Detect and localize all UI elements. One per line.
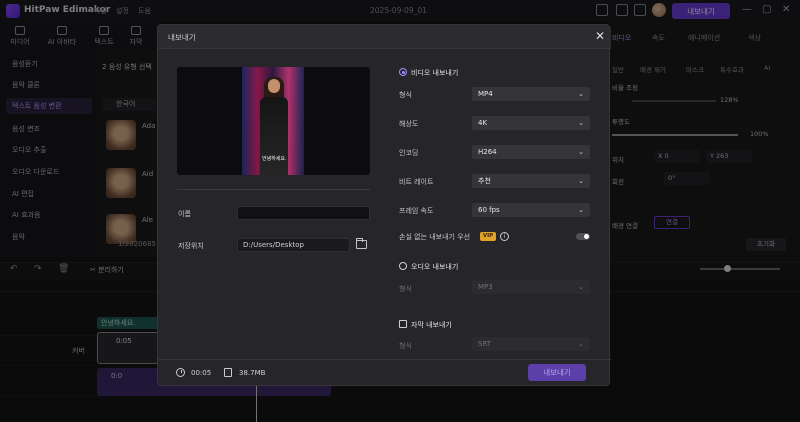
lossless-label: 손실 없는 내보내기 우선 [399, 233, 471, 241]
resolution-label: 해상도 [399, 120, 419, 128]
subtitle-export-label: 자막 내보내기 [411, 321, 452, 329]
duration-value: 00:05 [191, 369, 212, 377]
folder-icon[interactable] [356, 238, 367, 249]
framerate-label: 프레임 속도 [399, 207, 434, 215]
dialog-header [158, 25, 611, 49]
name-input[interactable] [237, 206, 370, 220]
chevron-down-icon: ⌄ [578, 148, 584, 156]
audio-format-value: MP3 [478, 283, 493, 291]
divider [177, 189, 370, 190]
encoding-select[interactable]: H264 ⌄ [472, 145, 590, 159]
file-size-value: 38.7MB [239, 369, 266, 377]
subtitle-export-checkbox[interactable] [399, 320, 407, 328]
encoding-label: 인코딩 [399, 149, 419, 157]
figure-body [260, 97, 288, 175]
subtitle-format-value: SRT [478, 340, 492, 348]
chevron-down-icon: ⌄ [578, 119, 584, 127]
clock-icon [176, 368, 185, 377]
chevron-down-icon: ⌄ [578, 177, 584, 185]
export-dialog: 내보내기 ✕ 안녕하세요. 이름 저장위치 D:/Users/Desktop 비… [157, 24, 611, 386]
format-label: 형식 [399, 91, 412, 99]
name-label: 이름 [178, 210, 191, 218]
subtitle-format-label: 형식 [399, 342, 412, 350]
info-icon[interactable]: i [500, 232, 509, 241]
format-select[interactable]: MP4 ⌄ [472, 87, 590, 101]
vip-badge: VIP [480, 232, 496, 241]
path-input[interactable]: D:/Users/Desktop [237, 238, 350, 252]
bitrate-label: 비트 레이트 [399, 178, 434, 186]
lossless-toggle[interactable] [576, 233, 590, 240]
resolution-value: 4K [478, 119, 488, 127]
app-window: HitPaw Edimakor 파일 설정 도움 2025-09-09_01 내… [0, 0, 800, 422]
bitrate-select[interactable]: 추천 ⌄ [472, 174, 590, 188]
dialog-title: 내보내기 [168, 33, 196, 42]
chevron-down-icon: ⌄ [578, 283, 584, 291]
file-size-icon [224, 368, 232, 377]
chevron-down-icon: ⌄ [578, 206, 584, 214]
bitrate-value: 추천 [478, 177, 491, 185]
audio-export-label: 오디오 내보내기 [411, 263, 459, 271]
preview-image: 안녕하세요. [242, 67, 304, 175]
encoding-value: H264 [478, 148, 497, 156]
video-preview: 안녕하세요. [177, 67, 370, 175]
video-export-label: 비디오 내보내기 [411, 69, 459, 77]
chevron-down-icon: ⌄ [578, 340, 584, 348]
format-value: MP4 [478, 90, 493, 98]
framerate-value: 60 fps [478, 206, 500, 214]
path-label: 저장위치 [178, 242, 204, 250]
audio-export-radio[interactable] [399, 262, 407, 270]
resolution-select[interactable]: 4K ⌄ [472, 116, 590, 130]
chevron-down-icon: ⌄ [578, 90, 584, 98]
video-export-radio[interactable] [399, 68, 407, 76]
subtitle-format-select[interactable]: SRT ⌄ [472, 337, 590, 351]
figure-head [268, 79, 280, 93]
audio-format-select[interactable]: MP3 ⌄ [472, 280, 590, 294]
close-icon[interactable]: ✕ [595, 29, 605, 43]
export-button[interactable]: 내보내기 [528, 364, 586, 381]
preview-caption: 안녕하세요. [262, 156, 287, 162]
framerate-select[interactable]: 60 fps ⌄ [472, 203, 590, 217]
audio-format-label: 형식 [399, 285, 412, 293]
